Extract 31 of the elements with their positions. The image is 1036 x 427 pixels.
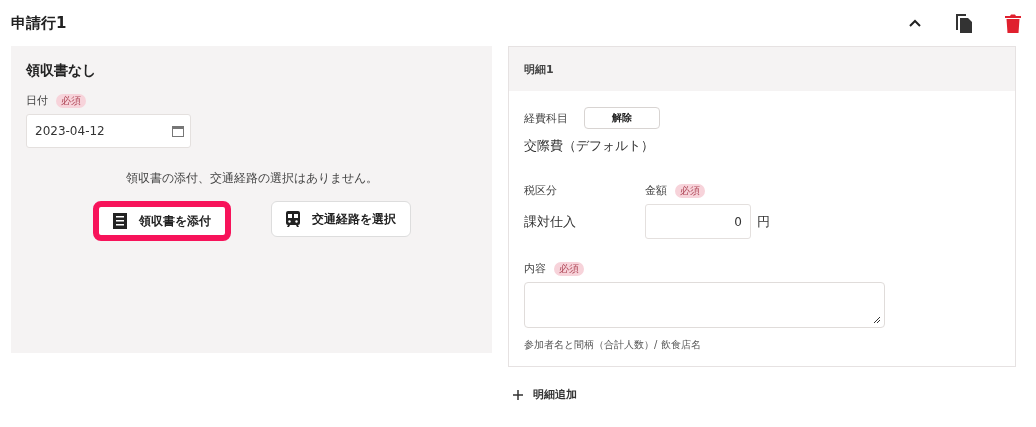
clear-button[interactable]: 解除 xyxy=(584,107,660,129)
required-badge: 必須 xyxy=(675,183,705,198)
content-field[interactable] xyxy=(524,282,885,328)
copy-icon[interactable] xyxy=(955,13,973,33)
category-label: 経費科目 xyxy=(524,110,568,126)
select-route-button[interactable]: 交通経路を選択 xyxy=(270,201,411,237)
currency-unit: 円 xyxy=(757,212,770,231)
chevron-up-icon[interactable] xyxy=(909,19,921,27)
train-icon xyxy=(285,211,300,227)
required-badge: 必須 xyxy=(56,93,86,108)
resize-handle-icon xyxy=(873,316,881,324)
amount-field[interactable]: 0 xyxy=(645,204,751,239)
plus-icon xyxy=(513,389,523,400)
add-detail-button[interactable]: 明細追加 xyxy=(513,387,577,402)
delete-icon[interactable] xyxy=(1005,13,1021,33)
content-hint: 参加者名と間柄（合計人数）/ 飲食店名 xyxy=(524,338,702,352)
info-message: 領収書の添付、交通経路の選択はありません。 xyxy=(125,170,378,187)
date-field[interactable]: 2023-04-12 xyxy=(26,114,191,148)
tax-value: 課対仕入 xyxy=(524,212,577,231)
calendar-icon xyxy=(172,125,184,137)
content-label: 内容 xyxy=(524,261,546,276)
section-title: 申請行1 xyxy=(11,13,68,33)
tax-label: 税区分 xyxy=(524,183,558,198)
attach-receipt-button[interactable]: 領収書を添付 xyxy=(92,201,231,241)
amount-label: 金額 xyxy=(645,183,667,198)
panel-title: 領収書なし xyxy=(26,62,97,80)
required-badge: 必須 xyxy=(554,261,584,276)
detail-title: 明細1 xyxy=(524,61,554,77)
receipt-icon xyxy=(112,213,127,229)
category-value: 交際費（デフォルト） xyxy=(524,137,655,155)
date-label: 日付 xyxy=(26,93,48,108)
